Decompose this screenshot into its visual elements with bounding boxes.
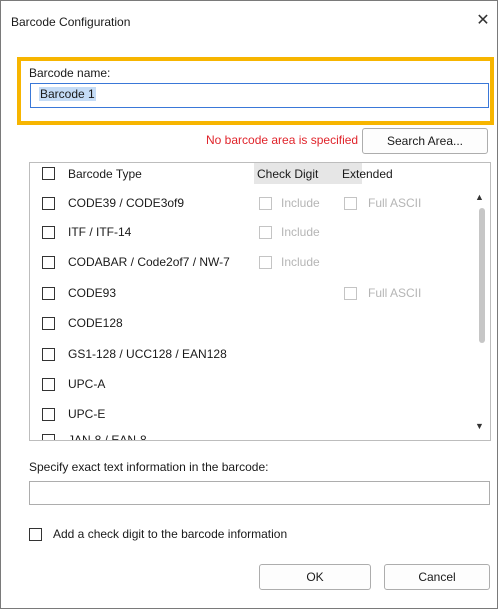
add-check-digit-checkbox[interactable] [29, 528, 42, 541]
row-checkbox[interactable] [42, 226, 55, 239]
add-check-digit-label: Add a check digit to the barcode informa… [53, 527, 288, 541]
header-barcode-type: Barcode Type [68, 167, 142, 181]
scrollbar-thumb[interactable] [479, 208, 485, 343]
row-barcode-type: GS1-128 / UCC128 / EAN128 [68, 347, 227, 361]
ok-button[interactable]: OK [259, 564, 371, 590]
row-barcode-type: UPC-A [68, 377, 106, 391]
barcode-configuration-dialog: Barcode Configuration ✕ Barcode name: Ba… [0, 0, 498, 609]
cancel-button[interactable]: Cancel [384, 564, 490, 590]
row-barcode-type: CODABAR / Code2of7 / NW-7 [68, 255, 230, 269]
close-icon[interactable]: ✕ [473, 11, 493, 31]
exact-text-label: Specify exact text information in the ba… [29, 460, 269, 474]
check-digit-checkbox[interactable] [259, 256, 272, 269]
select-all-checkbox[interactable] [42, 167, 55, 180]
row-barcode-type: CODE93 [68, 286, 117, 300]
no-area-warning: No barcode area is specified [206, 133, 359, 147]
search-area-button[interactable]: Search Area... [362, 128, 488, 154]
check-digit-label: Include [281, 196, 320, 210]
check-digit-checkbox[interactable] [259, 197, 272, 210]
scroll-down-arrow-icon[interactable]: ▼ [475, 421, 484, 431]
barcode-name-value: Barcode 1 [39, 87, 96, 101]
title-bar: Barcode Configuration ✕ [1, 1, 497, 41]
check-digit-label: Include [281, 225, 320, 239]
check-digit-label: Include [281, 255, 320, 269]
header-extended: Extended [342, 167, 393, 181]
row-barcode-type: UPC-E [68, 407, 106, 421]
row-barcode-type: JAN-8 / EAN-8 [68, 433, 147, 441]
dialog-title: Barcode Configuration [11, 15, 131, 29]
check-digit-checkbox[interactable] [259, 226, 272, 239]
barcode-type-list: Barcode Type Check Digit Extended CODE39… [29, 162, 491, 441]
extended-checkbox[interactable] [344, 197, 357, 210]
row-checkbox[interactable] [42, 287, 55, 300]
row-checkbox[interactable] [42, 434, 55, 440]
row-checkbox[interactable] [42, 197, 55, 210]
row-barcode-type: ITF / ITF-14 [68, 225, 132, 239]
row-barcode-type: CODE39 / CODE3of9 [68, 196, 185, 210]
row-checkbox[interactable] [42, 317, 55, 330]
row-checkbox[interactable] [42, 378, 55, 391]
row-barcode-type: CODE128 [68, 316, 123, 330]
row-checkbox[interactable] [42, 348, 55, 361]
barcode-name-label: Barcode name: [29, 66, 111, 80]
header-check-digit: Check Digit [257, 167, 319, 181]
scroll-up-arrow-icon[interactable]: ▲ [475, 192, 484, 202]
extended-checkbox[interactable] [344, 287, 357, 300]
extended-label: Full ASCII [368, 196, 422, 210]
barcode-name-input[interactable]: Barcode 1 [30, 83, 489, 108]
row-checkbox[interactable] [42, 256, 55, 269]
extended-label: Full ASCII [368, 286, 422, 300]
exact-text-input[interactable] [29, 481, 490, 505]
row-checkbox[interactable] [42, 408, 55, 421]
